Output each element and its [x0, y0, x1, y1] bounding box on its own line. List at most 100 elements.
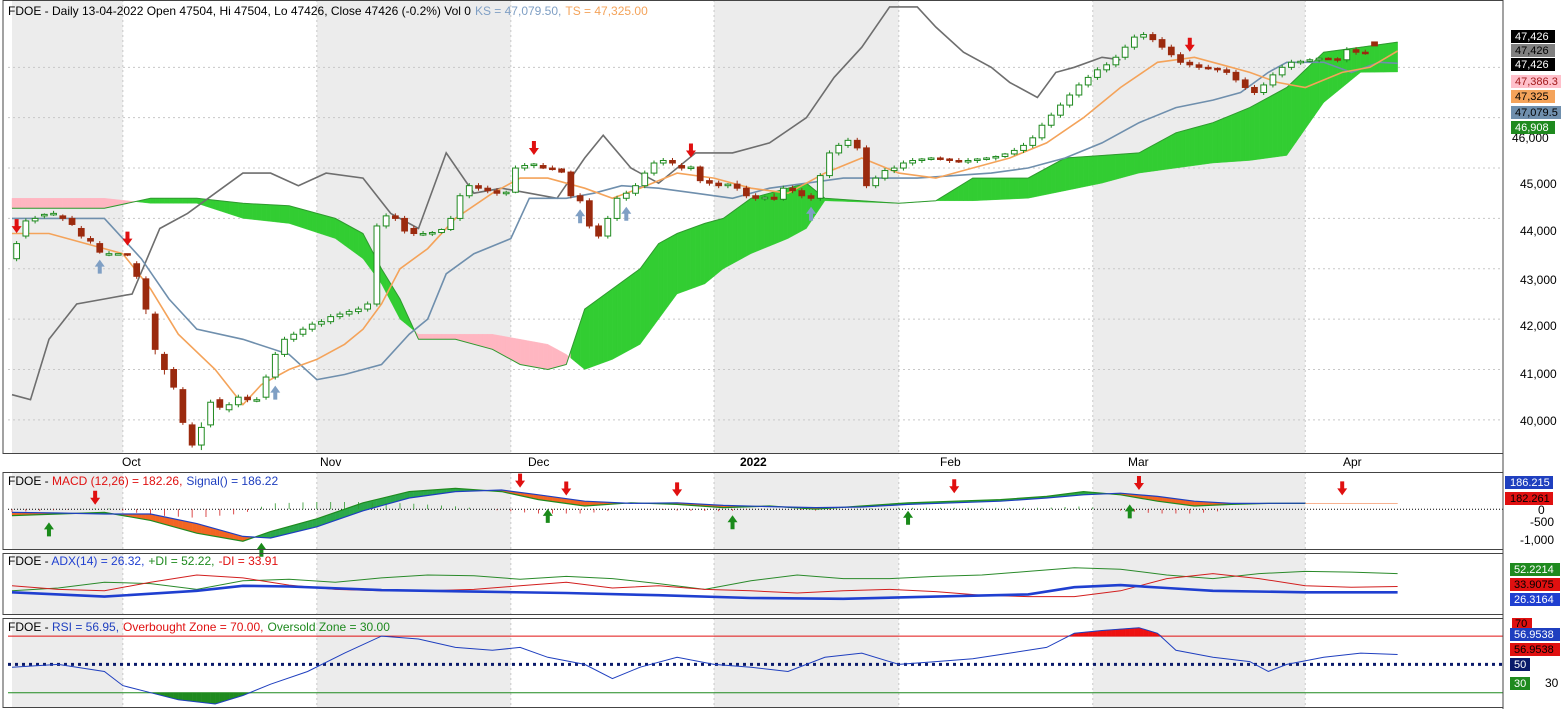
cloud-segment [1106, 154, 1112, 183]
candle-up [826, 152, 833, 177]
candle-up [1269, 74, 1277, 86]
adx-header: FDOE - ADX(14) = 26.32, +DI = 52.22, -DI =… [8, 554, 278, 568]
candle-down [770, 196, 778, 200]
candle-up [1057, 104, 1064, 116]
price-tick: 45,000 [1520, 177, 1557, 191]
cloud-segment [1221, 116, 1227, 163]
candle-up [1315, 57, 1323, 61]
candle-up [779, 187, 787, 200]
candle-down [558, 168, 565, 173]
candle-down [216, 399, 224, 408]
cloud-segment [635, 268, 641, 348]
candle-up [1029, 137, 1037, 146]
candle-up [1278, 66, 1286, 76]
cloud-segment [1189, 127, 1195, 167]
cloud-segment [593, 298, 599, 367]
month-label: Oct [122, 455, 141, 469]
month-band [1305, 472, 1490, 550]
candle-up [909, 159, 917, 164]
cloud-segment [76, 198, 82, 209]
candle-down [1204, 66, 1212, 70]
cloud-segment [995, 177, 1001, 200]
cloud-segment [1337, 49, 1343, 92]
cloud-segment [1092, 155, 1098, 186]
candle-up [447, 217, 455, 230]
candle-up [438, 228, 445, 234]
candle-down [124, 253, 131, 256]
rsi-oversold-fill [187, 692, 193, 702]
candle-up [530, 163, 538, 167]
candle-down [798, 190, 806, 197]
cloud-segment [270, 204, 276, 223]
cloud-segment [589, 301, 595, 369]
cloud-segment [1212, 120, 1218, 164]
price-tag-kijun: 47,079.5 [1511, 106, 1561, 119]
candle-down [1232, 71, 1240, 81]
candle-up [31, 217, 39, 222]
cloud-segment [44, 198, 50, 209]
candle-up [622, 192, 630, 199]
price-tags: 47,426 47,426 47,426 47,386.3 47,325 47,… [1511, 30, 1561, 134]
candle-up [964, 159, 972, 163]
cloud-segment [1235, 111, 1241, 162]
rsi-tag-rsi-red: 56.9538 [1510, 643, 1560, 656]
month-band [122, 0, 317, 454]
cloud-segment [39, 198, 45, 209]
cloud-segment [672, 233, 678, 301]
rsi-tag-midline: 50 [1510, 658, 1530, 671]
candle-up [1084, 76, 1092, 86]
rsi-axis: 70 56.9538 56.9538 50 30 30 [1510, 618, 1560, 690]
candle-up [428, 232, 436, 235]
svg-text:47,426: 47,426 [1515, 31, 1549, 43]
cloud-segment [736, 204, 742, 262]
candle-up [299, 328, 307, 335]
adx-tag-plus-di: 52.2214 [1510, 563, 1560, 576]
candle-up [456, 195, 464, 219]
candle-down [391, 215, 399, 219]
cloud-segment [639, 261, 645, 345]
cloud-segment [307, 210, 313, 232]
candle-up [207, 401, 214, 426]
macd-tick: -500 [1530, 515, 1554, 529]
rsi-tag-rsi: 56.9538 [1510, 628, 1560, 641]
cloud-segment [990, 177, 996, 201]
candle-down [179, 389, 187, 423]
cloud-segment [561, 351, 567, 366]
cloud-segment [1217, 118, 1223, 163]
cloud-segment [1000, 177, 1006, 200]
cloud-segment [1014, 177, 1020, 200]
cloud-segment [1115, 153, 1121, 180]
candle-down [733, 183, 741, 189]
cloud-segment [607, 288, 613, 362]
cloud-segment [496, 334, 502, 355]
candle-up [604, 217, 612, 237]
cloud-segment [57, 198, 64, 209]
cloud-segment [533, 341, 539, 369]
rsi-oversold-fill [191, 692, 197, 703]
candle-up [336, 313, 344, 318]
candle-up [318, 321, 325, 325]
candle-down [244, 396, 251, 401]
candle-up [1297, 60, 1304, 64]
price-tag-tenkan: 47,325 [1511, 90, 1555, 103]
cloud-segment [616, 281, 622, 358]
candle-down [1177, 54, 1184, 63]
cloud-segment [48, 198, 54, 209]
rsi-overbought-fill [1129, 627, 1135, 637]
cloud-segment [510, 337, 516, 363]
candle-up [641, 172, 649, 187]
candle-down [752, 195, 759, 199]
cloud-segment [233, 202, 239, 218]
cloud-segment [713, 219, 719, 277]
candle-down [743, 187, 750, 197]
price-tick: 42,000 [1520, 319, 1557, 333]
cloud-segment [302, 209, 308, 230]
candle-down [585, 200, 593, 227]
cloud-segment [247, 203, 253, 220]
cloud-segment [238, 202, 244, 219]
candle-down [715, 182, 723, 187]
cloud-segment [1388, 42, 1394, 73]
cloud-segment [432, 334, 438, 340]
cloud-segment [164, 198, 170, 204]
cloud-segment [1254, 102, 1260, 161]
